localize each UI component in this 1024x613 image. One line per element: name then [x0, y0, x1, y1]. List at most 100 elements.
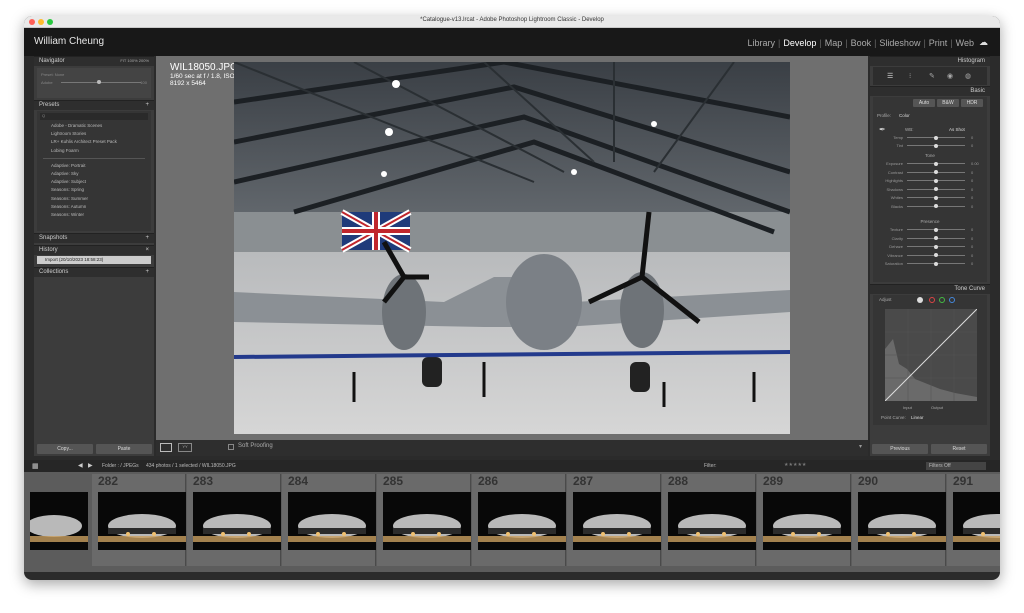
main-photo[interactable] [234, 62, 790, 434]
module-develop[interactable]: Develop [783, 38, 816, 48]
slider-presence-3[interactable] [907, 253, 965, 257]
module-library[interactable]: Library [747, 38, 775, 48]
loupe-view-icon[interactable] [160, 443, 172, 452]
filmstrip-frame[interactable]: 286 [472, 474, 566, 566]
slider-tone-5[interactable] [907, 204, 965, 208]
reset-button[interactable]: Reset [931, 444, 987, 454]
history-header[interactable]: History × [34, 245, 154, 255]
eye-tool-icon[interactable]: ◉ [947, 72, 953, 80]
preset-group[interactable]: Adaptive: Portrait [37, 162, 151, 170]
brush-tool-icon[interactable]: ✎ [929, 72, 935, 80]
filmstrip-frame[interactable]: 285 [377, 474, 471, 566]
frame-thumbnail[interactable] [288, 492, 376, 550]
slider-value-presence-0[interactable]: 0 [971, 227, 973, 232]
slider-value-tone-3[interactable]: 0 [971, 187, 973, 192]
snapshots-header[interactable]: Snapshots + [34, 233, 154, 243]
prev-arrow-icon[interactable]: ◀ [78, 462, 83, 469]
slider-knob[interactable] [934, 135, 938, 140]
slider-tone-2[interactable] [907, 178, 965, 183]
eyedropper-icon[interactable]: ✒ [879, 125, 886, 134]
slider-wb-1[interactable] [907, 143, 965, 148]
channel-red-icon[interactable] [929, 297, 935, 303]
nav-slider[interactable] [97, 80, 101, 84]
navigator-preview[interactable]: Preset: None Adobe 100 [37, 68, 151, 98]
filmstrip-frame[interactable]: 287 [567, 474, 661, 566]
frame-thumbnail[interactable] [858, 492, 946, 550]
slider-presence-2[interactable] [907, 244, 965, 249]
slider-value-tone-5[interactable]: 0 [971, 204, 973, 209]
slider-presence-1[interactable] [907, 236, 965, 240]
history-item[interactable]: Import (20/10/2023 18:58:23) [37, 256, 151, 264]
slider-value-tone-4[interactable]: 0 [971, 195, 973, 200]
slider-tone-4[interactable] [907, 195, 965, 200]
next-arrow-icon[interactable]: ▶ [88, 462, 93, 469]
auto-button[interactable]: Auto [913, 99, 935, 107]
slider-knob[interactable] [934, 195, 938, 200]
collections-header[interactable]: Collections + [34, 267, 154, 277]
slider-wb-0[interactable] [907, 135, 965, 140]
slider-value-wb-1[interactable]: 0 [971, 143, 973, 148]
preset-group[interactable]: LR+ Kuhlis Architect Preset Pack [37, 138, 151, 146]
heal-tool-icon[interactable]: ⁝ [909, 72, 911, 80]
slider-knob[interactable] [934, 178, 938, 183]
filters-select[interactable]: Filters Off [926, 462, 986, 470]
slider-tone-3[interactable] [907, 187, 965, 191]
module-map[interactable]: Map [825, 38, 843, 48]
preset-group[interactable]: Adaptive: Sky [37, 170, 151, 178]
basic-header[interactable]: Basic [870, 86, 990, 96]
slider-knob[interactable] [934, 161, 938, 166]
preset-group[interactable]: Adaptive: Subject [37, 178, 151, 186]
histogram-header[interactable]: Histogram [870, 56, 990, 66]
previous-button[interactable]: Previous [872, 444, 928, 454]
crop-tool-icon[interactable]: ☰ [887, 72, 893, 80]
preset-group[interactable]: Seasons: Winter [37, 211, 151, 219]
point-curve-select[interactable]: Linear [911, 415, 924, 420]
preset-group[interactable]: Seasons: Autumn [37, 203, 151, 211]
slider-value-presence-3[interactable]: 0 [971, 253, 973, 258]
slider-knob[interactable] [934, 253, 938, 257]
channel-green-icon[interactable] [939, 297, 945, 303]
presets-search[interactable]: Q [40, 113, 148, 120]
before-after-icon[interactable]: YY [178, 443, 192, 452]
frame-thumbnail[interactable] [763, 492, 851, 550]
slider-presence-4[interactable] [907, 261, 965, 266]
slider-value-tone-0[interactable]: 0.00 [971, 161, 979, 166]
slider-value-presence-2[interactable]: 0 [971, 244, 973, 249]
mask-tool-icon[interactable]: ◍ [965, 72, 971, 80]
hdr-button[interactable]: HDR [961, 99, 983, 107]
cloud-icon[interactable]: ☁ [979, 37, 988, 48]
preset-group[interactable]: Lightroom Stories [37, 130, 151, 138]
tone-curve-graph[interactable] [885, 309, 977, 401]
star-filter[interactable]: ★★★★★ [784, 462, 806, 468]
slider-value-presence-1[interactable]: 0 [971, 236, 973, 241]
module-slideshow[interactable]: Slideshow [879, 38, 920, 48]
slider-tone-1[interactable] [907, 170, 965, 174]
frame-thumbnail-partial[interactable] [30, 492, 88, 550]
presets-header[interactable]: Presets + [34, 100, 154, 110]
filmstrip-frame[interactable]: 288 [662, 474, 756, 566]
preset-group[interactable]: Seasons: Summer [37, 195, 151, 203]
filmstrip-frame[interactable]: 282 [92, 474, 186, 566]
copy-button[interactable]: Copy... [37, 444, 93, 454]
frame-thumbnail[interactable] [668, 492, 756, 550]
frame-thumbnail[interactable] [193, 492, 281, 550]
slider-value-tone-1[interactable]: 0 [971, 170, 973, 175]
filmstrip-frame[interactable]: 290 [852, 474, 946, 566]
soft-proofing-checkbox[interactable] [228, 444, 234, 450]
slider-presence-0[interactable] [907, 227, 965, 232]
toolbar-menu-icon[interactable]: ▾ [859, 443, 862, 450]
preset-group[interactable]: Seasons: Spring [37, 186, 151, 194]
frame-thumbnail[interactable] [383, 492, 471, 550]
tone-curve-header[interactable]: Tone Curve [870, 284, 990, 294]
slider-knob[interactable] [934, 187, 938, 191]
slider-value-wb-0[interactable]: 0 [971, 135, 973, 140]
bw-button[interactable]: B&W [937, 99, 959, 107]
filmstrip-frame[interactable]: 291 [947, 474, 1000, 566]
frame-thumbnail[interactable] [478, 492, 566, 550]
module-book[interactable]: Book [851, 38, 872, 48]
folder-path[interactable]: Folder : / JPEGs [102, 463, 139, 469]
navigator-header[interactable]: Navigator FIT 100% 200% [34, 56, 154, 66]
slider-knob[interactable] [934, 244, 938, 249]
slider-knob[interactable] [934, 170, 938, 174]
slider-value-presence-4[interactable]: 0 [971, 261, 973, 266]
